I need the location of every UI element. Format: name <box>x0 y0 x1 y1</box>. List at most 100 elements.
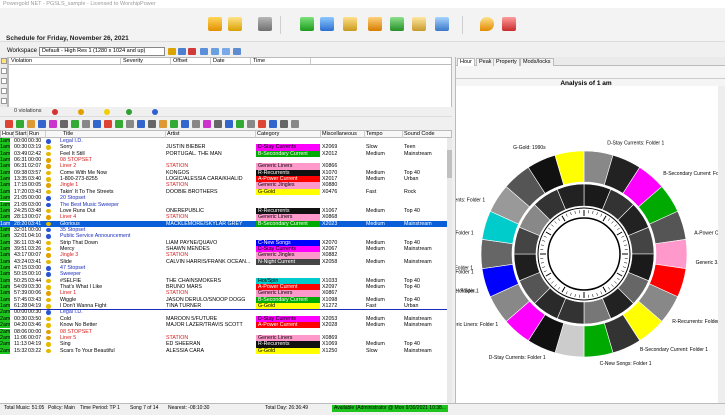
element-type-icon <box>46 183 51 188</box>
col-date[interactable]: Date <box>211 58 251 64</box>
note-icon[interactable] <box>214 120 222 128</box>
add-icon[interactable] <box>178 48 186 55</box>
cut-icon[interactable] <box>5 120 13 128</box>
copy-icon[interactable] <box>16 120 24 128</box>
window-icon[interactable] <box>291 120 299 128</box>
song-icon <box>46 304 51 309</box>
filter-checkbox[interactable] <box>1 58 7 64</box>
grid-scroll-thumb[interactable] <box>447 150 452 178</box>
song-icon <box>46 348 51 354</box>
cell-category: G-Gold <box>256 347 320 354</box>
redo-icon[interactable] <box>49 120 57 128</box>
window-title: Powergold NET - PGSLS_sample - Licensed … <box>0 0 725 8</box>
print-icon[interactable] <box>148 120 156 128</box>
schedule-toolbar <box>0 116 452 130</box>
settings-icon[interactable] <box>435 17 449 31</box>
location-pin-icon[interactable] <box>480 17 494 31</box>
cell-tempo: Slow <box>366 347 378 354</box>
filter-checkbox[interactable] <box>1 88 7 94</box>
music-icon[interactable] <box>71 120 79 128</box>
col-start[interactable]: Start <box>14 131 28 138</box>
song-icon <box>46 259 51 265</box>
grid-header: Hour Start Run Title Artist Category Mis… <box>0 130 452 138</box>
workspace-select[interactable]: Default - High Res 1 (1280 x 1024 and up… <box>39 47 165 56</box>
segment-label: D-Stay Currents: Folder 1 <box>489 355 546 361</box>
pin-icon[interactable] <box>159 120 167 128</box>
col-run[interactable]: Run <box>28 131 46 138</box>
warning-badge-icon[interactable] <box>78 109 84 115</box>
grid-icon[interactable] <box>211 48 219 55</box>
col-violation[interactable]: Violation <box>9 58 121 64</box>
song-icon <box>46 189 51 195</box>
status-nearest: Nearest: -08:10:30 <box>168 405 210 411</box>
col-sound[interactable]: Sound Code <box>403 131 453 138</box>
lock-icon[interactable] <box>137 120 145 128</box>
song-icon <box>46 285 51 290</box>
col-tempo[interactable]: Tempo <box>365 131 403 138</box>
link-icon[interactable] <box>225 120 233 128</box>
tv-icon[interactable] <box>60 120 68 128</box>
col-artist[interactable]: Artist <box>166 131 256 138</box>
delete-icon[interactable] <box>104 120 112 128</box>
col-severity[interactable]: Severity <box>121 58 171 64</box>
list-icon[interactable] <box>192 120 200 128</box>
filter-checkbox[interactable] <box>1 78 7 84</box>
analysis-scrollbar[interactable] <box>718 86 725 403</box>
status-policy: Policy: Main <box>48 405 75 411</box>
folder-icon[interactable] <box>269 120 277 128</box>
marker-icon[interactable] <box>203 120 211 128</box>
clock-icon[interactable] <box>247 120 255 128</box>
clock-wheel-chart: G-Gold: 1990s D-Stay Currents: Folder 1 R-… <box>456 140 718 366</box>
filter-icon[interactable] <box>93 120 101 128</box>
paste-icon[interactable] <box>27 120 35 128</box>
clipboard-icon[interactable] <box>343 17 357 31</box>
col-offset[interactable]: Offset <box>171 58 211 64</box>
refresh-icon[interactable] <box>300 17 314 31</box>
delete-icon[interactable] <box>188 48 196 55</box>
insert-icon[interactable] <box>115 120 123 128</box>
check-icon[interactable] <box>236 120 244 128</box>
calendar-icon[interactable] <box>502 17 516 31</box>
table-icon[interactable] <box>280 120 288 128</box>
segment-label: G-Gold: 1990s <box>513 145 546 151</box>
music-note-icon[interactable] <box>208 17 222 31</box>
chart-icon[interactable] <box>181 120 189 128</box>
workspace-row: Workspace Default - High Res 1 (1280 x 1… <box>0 46 452 57</box>
table-row[interactable]: 2am 15:32 03:22 Scars To Your Beautiful ALES… <box>0 347 447 354</box>
cell-artist: ALESSIA CARA <box>166 347 204 354</box>
col-time[interactable]: Time <box>251 58 311 64</box>
segment-label: Generic: Folder 1 <box>456 288 479 294</box>
move-icon[interactable] <box>126 120 134 128</box>
col-misc[interactable]: Miscellaneous <box>321 131 365 138</box>
panel-icon[interactable] <box>233 48 241 55</box>
status-user: Available (Administrator @ Mon 9/30/2021… <box>332 405 448 412</box>
layout-icon[interactable] <box>200 48 208 55</box>
col-hour[interactable]: Hour <box>1 131 14 138</box>
col-category[interactable]: Category <box>256 131 321 138</box>
favorite-icon[interactable] <box>168 48 176 55</box>
find-icon[interactable] <box>82 120 90 128</box>
undo-icon[interactable] <box>38 120 46 128</box>
violations-header: Violation Severity Offset Date Time <box>8 57 452 65</box>
caution-badge-icon[interactable] <box>104 109 110 115</box>
tag-icon[interactable] <box>170 120 178 128</box>
music-library-icon[interactable] <box>228 17 242 31</box>
violation-filter-strip <box>0 57 8 112</box>
element-type-icon <box>46 158 51 163</box>
col-title[interactable]: Title <box>46 131 166 138</box>
filter-checkbox[interactable] <box>1 68 7 74</box>
export-icon[interactable] <box>390 17 404 31</box>
edit-icon[interactable] <box>368 17 382 31</box>
filter-checkbox[interactable] <box>1 98 7 104</box>
flag-icon[interactable] <box>258 120 266 128</box>
sort-icon[interactable] <box>320 17 334 31</box>
error-badge-icon[interactable] <box>52 109 58 115</box>
schedule-icon[interactable] <box>258 17 272 31</box>
schedule-grid[interactable]: 1am 00:00 00:30 Legal I.D. 1am 00:30 03:19 Sorr… <box>0 138 447 403</box>
element-type-icon <box>46 164 51 169</box>
violations-list[interactable] <box>8 65 452 109</box>
info-badge-icon[interactable] <box>126 109 132 115</box>
note-badge-icon[interactable] <box>152 109 158 115</box>
window-icon[interactable] <box>222 48 230 55</box>
mail-icon[interactable] <box>412 17 426 31</box>
